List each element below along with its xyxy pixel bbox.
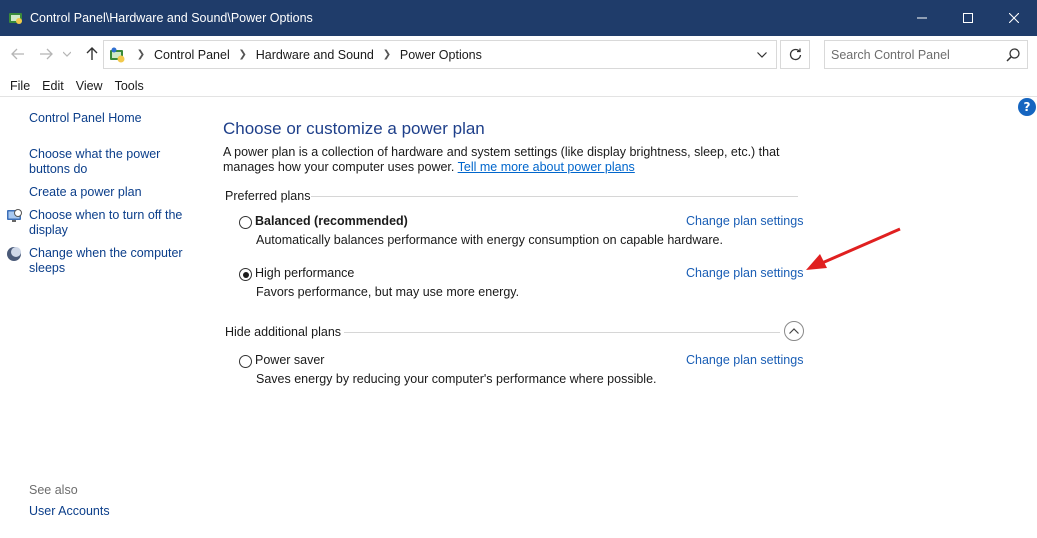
up-button[interactable]: [82, 44, 102, 64]
change-plan-settings-link[interactable]: Change plan settings: [686, 266, 803, 280]
plan-name[interactable]: High performance: [255, 266, 354, 280]
plan-power-saver: Power saver Saves energy by reducing you…: [239, 353, 803, 393]
plan-description: Favors performance, but may use more ene…: [256, 285, 520, 299]
plan-high-performance: High performance Favors performance, but…: [239, 266, 803, 306]
address-dropdown-button[interactable]: [752, 45, 772, 65]
chevron-down-icon: [757, 52, 767, 58]
change-plan-settings-link[interactable]: Change plan settings: [686, 353, 803, 367]
minimize-button[interactable]: [899, 0, 945, 36]
sidebar-link-computer-sleeps[interactable]: Change when the computer sleeps: [29, 246, 189, 276]
search-icon[interactable]: [1005, 47, 1021, 63]
radio-power-saver[interactable]: [239, 355, 252, 368]
change-plan-settings-link[interactable]: Change plan settings: [686, 214, 803, 228]
plan-balanced: Balanced (recommended) Automatically bal…: [239, 214, 803, 254]
hide-additional-plans-header[interactable]: Hide additional plans: [225, 325, 341, 339]
breadcrumb: ❯ Control Panel ❯ Hardware and Sound ❯ P…: [130, 41, 484, 68]
breadcrumb-control-panel[interactable]: Control Panel: [152, 48, 232, 62]
chevron-right-icon[interactable]: ❯: [232, 49, 254, 60]
up-arrow-icon: [86, 47, 98, 60]
collapse-chevron-up-icon: [789, 328, 799, 334]
breadcrumb-power-options[interactable]: Power Options: [398, 48, 484, 62]
plan-description: Saves energy by reducing your computer's…: [256, 372, 657, 386]
back-arrow-icon: [11, 48, 24, 60]
refresh-icon: [789, 48, 801, 61]
chevron-down-icon: [63, 51, 71, 57]
annotation-arrow-icon: [806, 227, 901, 270]
plan-name[interactable]: Power saver: [255, 353, 324, 367]
close-icon: [1009, 13, 1019, 23]
close-button[interactable]: [991, 0, 1037, 36]
sidebar: Control Panel Home Choose what the power…: [0, 98, 200, 538]
maximize-button[interactable]: [945, 0, 991, 36]
sleep-moon-icon: [7, 247, 21, 261]
forward-arrow-icon: [40, 48, 53, 60]
window-title: Control Panel\Hardware and Sound\Power O…: [30, 11, 313, 25]
chevron-right-icon[interactable]: ❯: [376, 49, 398, 60]
main-content: Choose or customize a power plan A power…: [223, 98, 1023, 538]
maximize-icon: [963, 13, 973, 23]
radio-high-performance[interactable]: [239, 268, 252, 281]
divider: [344, 332, 780, 333]
menu-file[interactable]: File: [4, 79, 36, 93]
navigation-bar: ❯ Control Panel ❯ Hardware and Sound ❯ P…: [0, 36, 1037, 73]
minimize-icon: [917, 17, 927, 19]
chevron-right-icon: ❯: [136, 49, 146, 60]
recent-locations-button[interactable]: [60, 44, 74, 64]
plan-name[interactable]: Balanced (recommended): [255, 214, 408, 228]
display-icon: [7, 209, 22, 222]
refresh-button[interactable]: [780, 40, 810, 69]
sidebar-link-display-off[interactable]: Choose when to turn off the display: [29, 208, 189, 238]
sidebar-link-power-buttons[interactable]: Choose what the power buttons do: [29, 147, 189, 177]
plan-description: Automatically balances performance with …: [256, 233, 723, 247]
sidebar-link-control-panel-home[interactable]: Control Panel Home: [29, 111, 189, 126]
radio-balanced[interactable]: [239, 216, 252, 229]
search-box[interactable]: [824, 40, 1028, 69]
title-bar: Control Panel\Hardware and Sound\Power O…: [0, 0, 1037, 36]
back-button[interactable]: [8, 44, 28, 64]
menu-bar: File Edit View Tools: [0, 76, 1037, 97]
search-input[interactable]: [831, 46, 1001, 64]
learn-more-link[interactable]: Tell me more about power plans: [458, 160, 635, 174]
control-panel-icon: [110, 47, 125, 63]
page-description: A power plan is a collection of hardware…: [223, 145, 813, 175]
address-bar[interactable]: ❯ Control Panel ❯ Hardware and Sound ❯ P…: [103, 40, 777, 69]
see-also-label: See also: [29, 483, 78, 497]
control-panel-icon: [9, 13, 22, 24]
preferred-plans-header: Preferred plans: [225, 189, 311, 203]
divider: [311, 196, 798, 197]
forward-button[interactable]: [36, 44, 56, 64]
menu-view[interactable]: View: [70, 79, 109, 93]
sidebar-link-user-accounts[interactable]: User Accounts: [29, 504, 189, 519]
breadcrumb-hardware-and-sound[interactable]: Hardware and Sound: [254, 48, 376, 62]
collapse-plans-button[interactable]: [784, 321, 804, 341]
sidebar-link-create-power-plan[interactable]: Create a power plan: [29, 185, 189, 200]
menu-edit[interactable]: Edit: [36, 79, 70, 93]
menu-tools[interactable]: Tools: [109, 79, 150, 93]
page-title: Choose or customize a power plan: [223, 119, 485, 138]
